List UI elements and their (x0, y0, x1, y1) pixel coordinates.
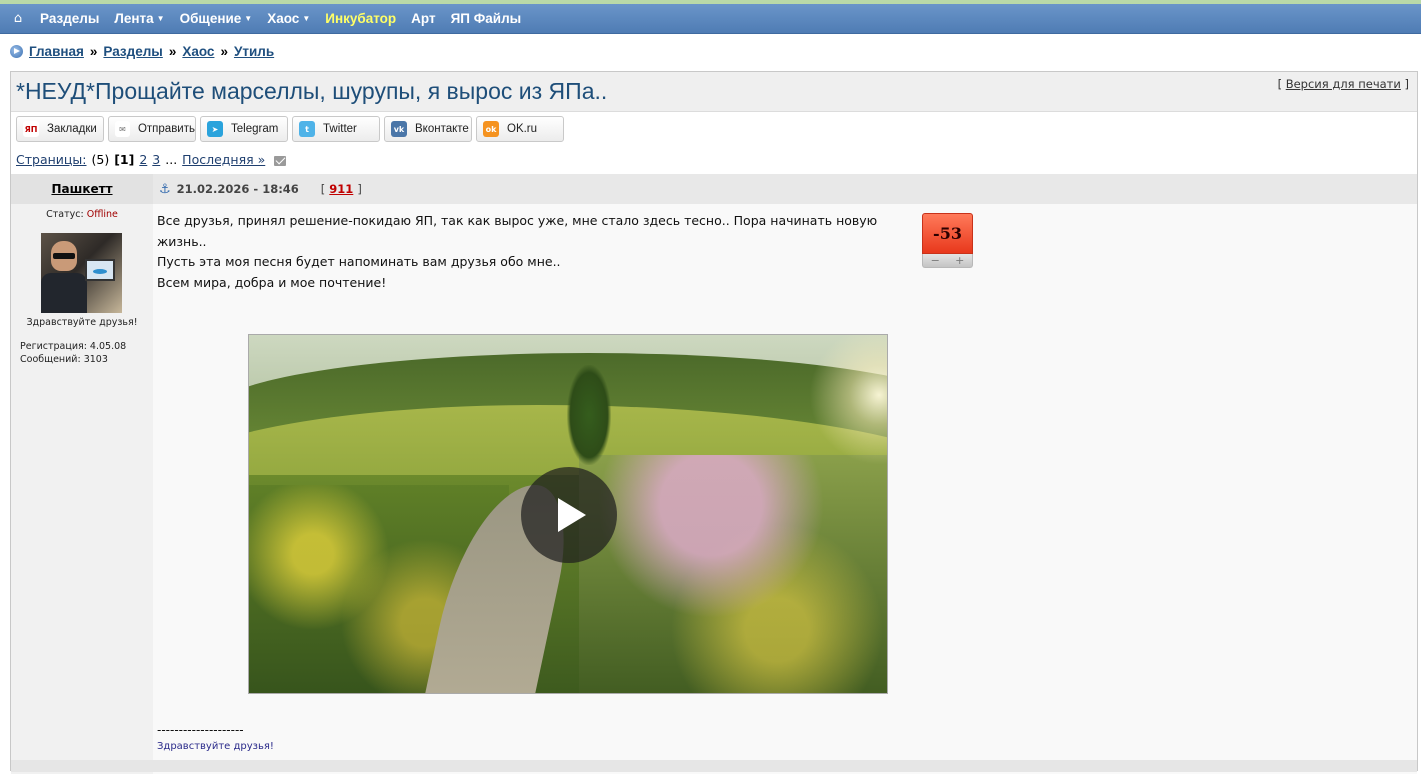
nav-item-label: Хаос (267, 11, 300, 26)
twitter-icon: t (299, 121, 315, 137)
share-button-3[interactable]: t Twitter (292, 116, 380, 142)
breadcrumb-separator: » (89, 44, 98, 59)
nav-item-label: Инкубатор (325, 11, 397, 26)
post-text: Все друзья, принял решение-покидаю ЯП, т… (157, 211, 917, 293)
signature: Здравствуйте друзья! (157, 741, 274, 752)
share-button-label: Twitter (323, 123, 357, 135)
breadcrumb-home[interactable]: Главная (29, 44, 84, 59)
topic-title-bar: *НЕУД*Прощайте марселлы, шурупы, я вырос… (11, 72, 1417, 112)
share-buttons: ЯП Закладки ✉ Отправить ➤ Telegram t Twitter vk В… (16, 116, 568, 142)
nav-item-label: Лента (114, 11, 154, 26)
breadcrumb-separator: » (168, 44, 177, 59)
nav-item-label: Разделы (40, 11, 100, 26)
post-body: Все друзья, принял решение-покидаю ЯП, т… (153, 204, 1417, 774)
breadcrumb: Главная » Разделы » Хаос » Утиль (10, 44, 274, 59)
post-text-line: Все друзья, принял решение-покидаю ЯП, т… (157, 213, 878, 249)
ok-icon: ok (483, 121, 499, 137)
status-value: Offline (86, 209, 118, 220)
breadcrumb-arrow-icon (10, 45, 23, 58)
top-navigation: ⌂ Разделы Лента ▼ Общение ▼ Хаос ▼ Инкубатор Арт… (0, 4, 1421, 34)
author-profile: Статус: Offline Здравствуйте друзья! Рег… (11, 204, 153, 774)
nav-item-5[interactable]: Арт (411, 11, 435, 26)
avatar[interactable] (41, 233, 122, 313)
share-button-5[interactable]: ok OK.ru (476, 116, 564, 142)
play-icon[interactable] (521, 467, 617, 563)
topic-container: *НЕУД*Прощайте марселлы, шурупы, я вырос… (10, 71, 1418, 774)
author-cell: Пашкетт (11, 174, 153, 204)
share-button-1[interactable]: ✉ Отправить (108, 116, 196, 142)
signature-divider: -------------------- (157, 723, 244, 737)
pagination-ellipsis: ... (165, 152, 178, 167)
rating-value: -53 (922, 213, 973, 254)
pagination-page-3[interactable]: 3 (152, 152, 160, 167)
post-meta: ⚓ 21.02.2026 - 18:46 [ 911 ] (159, 174, 362, 204)
post-header: Пашкетт ⚓ 21.02.2026 - 18:46 [ 911 ] (11, 174, 1417, 204)
share-button-label: Telegram (231, 123, 279, 135)
nav-item-3[interactable]: Хаос ▼ (267, 11, 310, 26)
post-date: 21.02.2026 - 18:46 (176, 182, 299, 196)
nav-item-2[interactable]: Общение ▼ (180, 11, 253, 26)
rating-minus-button[interactable]: − (931, 254, 940, 267)
post-number[interactable]: 911 (329, 182, 353, 196)
share-button-label: Вконтакте (415, 123, 469, 135)
nav-item-0[interactable]: Разделы (40, 11, 99, 26)
breadcrumb-chaos[interactable]: Хаос (182, 44, 214, 59)
yap-icon: ЯП (23, 121, 39, 137)
chevron-down-icon: ▼ (156, 14, 165, 23)
post-number-bracket-open: [ (320, 182, 326, 196)
home-icon[interactable]: ⌂ (10, 11, 26, 26)
nav-item-4[interactable]: Инкубатор (325, 11, 396, 26)
nav-item-label: Арт (411, 11, 436, 26)
nav-item-label: ЯП Файлы (450, 11, 522, 26)
share-button-0[interactable]: ЯП Закладки (16, 116, 104, 142)
print-version: [ Версия для печати ] (1278, 77, 1409, 91)
post-rating: -53 − + (922, 213, 973, 269)
post-text-line: Пусть эта моя песня будет напоминать вам… (157, 254, 561, 269)
breadcrumb-trash[interactable]: Утиль (234, 44, 274, 59)
breadcrumb-sections[interactable]: Разделы (103, 44, 162, 59)
rating-controls: − + (922, 254, 973, 268)
print-version-link[interactable]: Версия для печати (1286, 77, 1401, 91)
breadcrumb-separator: » (220, 44, 228, 59)
pagination-page-2[interactable]: 2 (139, 152, 147, 167)
registration-date: Регистрация: 4.05.08 (20, 341, 127, 352)
share-button-2[interactable]: ➤ Telegram (200, 116, 288, 142)
rating-plus-button[interactable]: + (955, 254, 964, 267)
topic-title: *НЕУД*Прощайте марселлы, шурупы, я вырос… (16, 78, 608, 104)
share-button-label: Закладки (47, 123, 97, 135)
print-bracket-close: ] (1404, 77, 1410, 91)
nav-items: Разделы Лента ▼ Общение ▼ Хаос ▼ Инкубатор Арт ЯП… (40, 11, 536, 26)
anchor-icon[interactable]: ⚓ (159, 182, 171, 197)
vk-icon: vk (391, 121, 407, 137)
author-name[interactable]: Пашкетт (51, 182, 112, 196)
print-bracket-open: [ (1277, 77, 1283, 91)
pagination-total: (5) (91, 152, 110, 167)
pagination-last[interactable]: Последняя » (182, 152, 265, 167)
share-button-label: OK.ru (507, 123, 538, 135)
user-stats: Регистрация: 4.05.08 Сообщений: 3103 (20, 341, 126, 366)
pagination: Страницы: (5) [1] 2 3 ... Последняя » (16, 152, 287, 167)
post-number-bracket-close: ] (357, 182, 362, 196)
nav-item-1[interactable]: Лента ▼ (114, 11, 164, 26)
share-button-label: Отправить (137, 123, 195, 135)
nav-item-6[interactable]: ЯП Файлы (451, 11, 522, 26)
video-player[interactable] (248, 334, 888, 694)
nav-item-label: Общение (179, 11, 242, 26)
user-status: Статус: Offline (11, 209, 153, 220)
chevron-down-icon: ▼ (302, 14, 311, 23)
subscribe-mail-icon[interactable] (274, 156, 287, 166)
pagination-current: [1] (114, 152, 135, 167)
telegram-icon: ➤ (207, 121, 223, 137)
mail-icon: ✉ (115, 121, 130, 137)
post-footer-strip (11, 760, 1417, 772)
chevron-down-icon: ▼ (244, 14, 253, 23)
post-text-line: Всем мира, добра и мое почтение! (157, 274, 387, 290)
message-count: Сообщений: 3103 (20, 353, 108, 365)
user-motto: Здравствуйте друзья! (26, 317, 138, 328)
pagination-label[interactable]: Страницы: (16, 152, 87, 167)
status-label: Статус: (46, 209, 84, 220)
share-button-4[interactable]: vk Вконтакте (384, 116, 472, 142)
